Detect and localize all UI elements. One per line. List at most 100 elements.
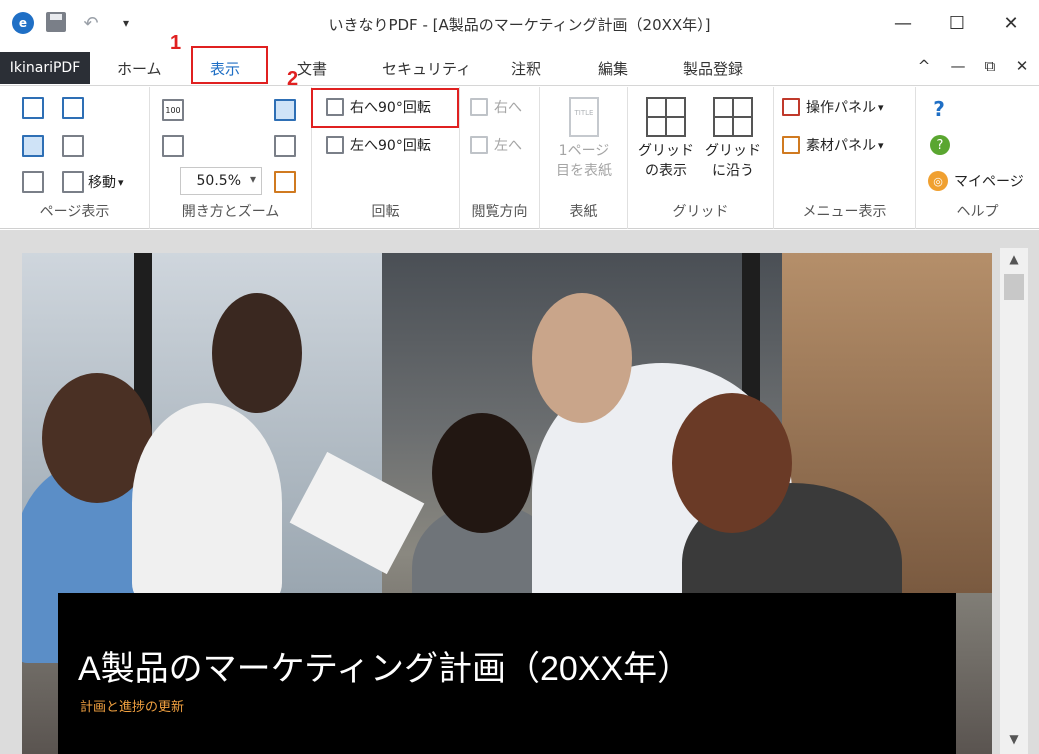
grid-icon: [646, 97, 686, 137]
person-head: [672, 393, 792, 533]
rotate-right-highlight: [311, 88, 459, 128]
group-label-open-zoom: 開き方とズーム: [181, 204, 280, 220]
zoom-select[interactable]: 50.5%: [180, 167, 262, 195]
group-grid: グリッド の表示 グリッド に沿う グリッド: [628, 87, 774, 229]
direction-right-label: 右へ: [494, 100, 522, 116]
material-panel-button[interactable]: 素材パネル ▾: [782, 135, 884, 155]
collapse-ribbon-button[interactable]: ^: [913, 57, 935, 75]
fit-height-icon[interactable]: [274, 135, 296, 157]
single-page-icon[interactable]: [22, 97, 44, 119]
person-figure: [132, 403, 282, 603]
split-view-icon[interactable]: [22, 171, 44, 193]
tab-annotation[interactable]: 注釈: [511, 58, 541, 79]
app-menu-tab[interactable]: IkinariPDF: [0, 52, 90, 84]
support-button[interactable]: ?: [930, 135, 950, 155]
group-label-rotate: 回転: [371, 204, 400, 220]
direction-right-button[interactable]: 右へ: [470, 97, 522, 117]
group-label-cover: 表紙: [569, 204, 598, 220]
document-page[interactable]: A製品のマーケティング計画（20XX年） 計画と進捗の更新: [22, 253, 992, 754]
move-icon: [62, 171, 84, 193]
show-grid-line1: グリッド: [638, 143, 694, 159]
maximize-button[interactable]: ☐: [942, 10, 972, 36]
direction-right-icon: [470, 98, 488, 116]
fit-page-icon[interactable]: [62, 135, 84, 157]
ribbon-tab-row: IkinariPDF ホーム 表示 文書 セキュリティ 注釈 編集 製品登録: [0, 50, 1039, 86]
tab-security[interactable]: セキュリティ: [382, 58, 471, 79]
scroll-thumb[interactable]: [1004, 274, 1024, 300]
tab-display-highlight: [191, 46, 268, 84]
move-label: 移動: [88, 175, 116, 191]
chevron-down-icon: ▾: [878, 138, 884, 152]
group-label-reading-direction: 閲覧方向: [471, 204, 528, 220]
doc-restore-button[interactable]: ⧉: [979, 57, 1001, 75]
chevron-down-icon: ▾: [878, 100, 884, 114]
direction-left-icon: [470, 136, 488, 154]
operation-panel-icon: [782, 98, 800, 116]
callout-step-1: 1: [170, 32, 182, 54]
snap-grid-line2: に沿う: [712, 163, 754, 179]
material-panel-icon: [782, 136, 800, 154]
first-page-cover-line1: 1ページ: [558, 143, 610, 159]
first-page-cover-line2: 目を表紙: [556, 163, 612, 179]
person-head: [532, 293, 632, 423]
move-button[interactable]: 移動 ▾: [62, 171, 124, 193]
person-head: [432, 413, 532, 533]
group-label-page-display: ページ表示: [39, 204, 110, 220]
title-page-icon: TITLE: [569, 97, 599, 137]
rotate-left-button[interactable]: 左へ90°回転: [326, 135, 431, 155]
actual-size-icon[interactable]: 100: [162, 99, 184, 121]
mypage-icon: ◎: [928, 171, 948, 191]
help-button[interactable]: ?: [928, 97, 950, 121]
snap-grid-line1: グリッド: [705, 143, 761, 159]
tab-edit[interactable]: 編集: [598, 58, 628, 79]
rotate-left-icon: [326, 136, 344, 154]
doc-close-button[interactable]: ✕: [1011, 57, 1033, 75]
two-page-icon[interactable]: [62, 97, 84, 119]
fit-width-icon[interactable]: [274, 99, 296, 121]
scroll-down-icon[interactable]: ▼: [1000, 732, 1028, 754]
help-question-icon: ?: [933, 97, 945, 121]
mypage-label: マイページ: [954, 174, 1024, 190]
rotate-left-label: 左へ90°回転: [350, 138, 431, 154]
window-title: いきなりPDF - [A製品のマーケティング計画（20XX年）]: [328, 16, 711, 34]
operation-panel-button[interactable]: 操作パネル ▾: [782, 97, 884, 117]
direction-left-button[interactable]: 左へ: [470, 135, 522, 155]
tab-product-registration[interactable]: 製品登録: [683, 58, 743, 79]
chevron-down-icon: ▾: [118, 175, 124, 189]
group-menu-display: 操作パネル ▾ 素材パネル ▾ メニュー表示: [774, 87, 916, 229]
vertical-scrollbar[interactable]: ▲ ▼: [1000, 248, 1028, 754]
snap-grid-icon: [713, 97, 753, 137]
show-grid-button[interactable]: グリッド の表示: [634, 97, 698, 181]
document-subtitle: 計画と進捗の更新: [80, 700, 185, 715]
tab-document[interactable]: 文書: [297, 58, 327, 79]
group-label-help: ヘルプ: [956, 204, 999, 220]
group-label-menu-display: メニュー表示: [802, 204, 887, 220]
close-button[interactable]: ✕: [996, 10, 1026, 36]
group-cover: TITLE 1ページ 目を表紙 表紙: [540, 87, 628, 229]
doc-minimize-button[interactable]: —: [947, 57, 969, 75]
support-icon: ?: [930, 135, 950, 155]
show-grid-line2: の表示: [645, 163, 687, 179]
snap-to-grid-button[interactable]: グリッド に沿う: [700, 97, 766, 181]
tab-home[interactable]: ホーム: [117, 58, 162, 79]
group-page-display: 移動 ▾ ページ表示: [0, 87, 150, 229]
title-bar: e ↶ ▾ いきなりPDF - [A製品のマーケティング計画（20XX年）] —…: [0, 0, 1039, 50]
group-label-grid: グリッド: [672, 204, 729, 220]
material-panel-label: 素材パネル: [806, 138, 876, 154]
minimize-button[interactable]: —: [888, 10, 918, 36]
operation-panel-label: 操作パネル: [806, 100, 876, 116]
first-page-cover-button[interactable]: TITLE 1ページ 目を表紙: [544, 97, 624, 181]
continuous-page-icon[interactable]: [22, 135, 44, 157]
group-open-zoom: 100 開き方とズーム: [150, 87, 312, 229]
pan-icon[interactable]: [162, 135, 184, 157]
fit-visible-icon[interactable]: [274, 171, 296, 193]
callout-step-2: 2: [287, 68, 299, 90]
ribbon: 移動 ▾ ページ表示 100 開き方とズーム 50.5% 右へ90°回転 左へ9…: [0, 87, 1039, 229]
person-head: [212, 293, 302, 413]
mypage-button[interactable]: ◎ マイページ: [928, 171, 1024, 191]
scroll-up-icon[interactable]: ▲: [1000, 248, 1028, 270]
document-title: A製品のマーケティング計画（20XX年）: [78, 650, 692, 688]
group-reading-direction: 右へ 左へ 閲覧方向: [460, 87, 540, 229]
group-help: ? ? ◎ マイページ ヘルプ: [916, 87, 1039, 229]
direction-left-label: 左へ: [494, 138, 522, 154]
